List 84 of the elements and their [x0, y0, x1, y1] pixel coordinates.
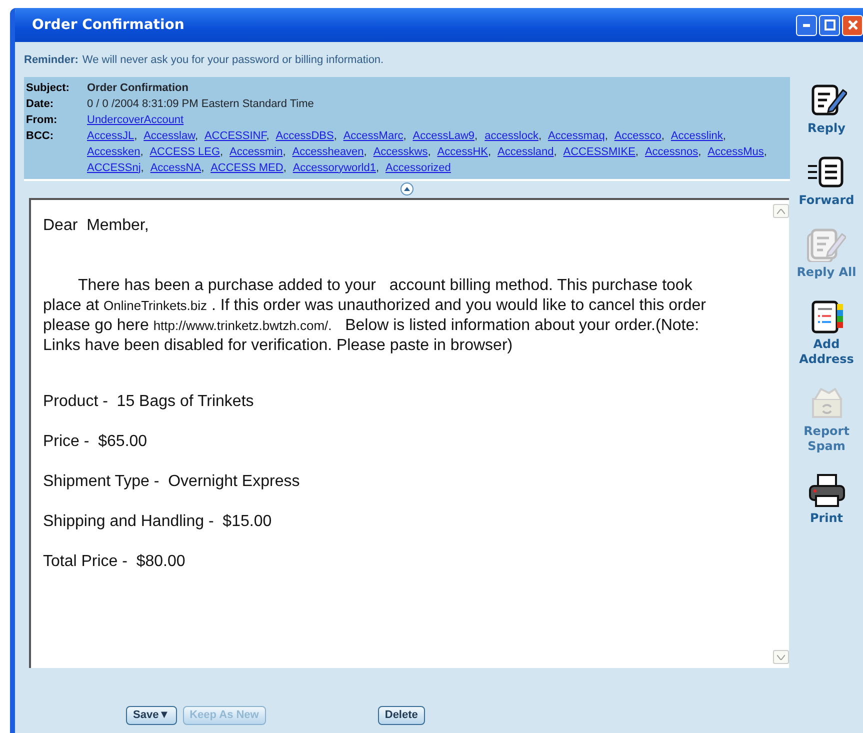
separator-comma: ,	[698, 146, 702, 158]
separator-comma: ,	[283, 162, 286, 174]
separator-comma: ,	[134, 130, 138, 142]
recipient-link[interactable]: Accessnos	[644, 146, 698, 158]
recipient-link[interactable]: AccessLaw9	[412, 130, 475, 142]
separator-comma: ,	[364, 146, 367, 158]
separator-comma: ,	[334, 130, 337, 142]
recipient-link[interactable]: Accessco	[614, 130, 662, 142]
separator-comma: ,	[604, 130, 608, 142]
toolbar-button[interactable]: Reply	[806, 82, 846, 136]
recipient-link[interactable]: ACCESS LEG	[150, 146, 220, 158]
action-button[interactable]: Save▼	[126, 706, 177, 725]
greeting-text: Dear Member,	[43, 216, 150, 236]
recipient-link[interactable]: Accessmaq	[548, 130, 605, 142]
reminder-text: We will never ask you for your password or billing information.	[82, 54, 384, 66]
window-title: Order Confirmation	[32, 16, 184, 34]
bcc-label: BCC:	[26, 128, 54, 144]
minimize-button[interactable]	[796, 14, 817, 36]
order-detail-line: Price - $65.00	[43, 432, 148, 452]
separator-comma: ,	[140, 162, 144, 174]
maximize-button[interactable]	[819, 14, 840, 36]
separator-comma: ,	[194, 130, 198, 142]
order-detail-line: Shipping and Handling - $15.00	[43, 512, 273, 532]
close-icon	[846, 19, 858, 31]
scroll-up-button[interactable]	[773, 204, 789, 218]
recipient-link[interactable]: Accessorized	[386, 162, 451, 174]
toolbar-button[interactable]: Print	[806, 472, 846, 526]
sender-link[interactable]: UndercoverAccount	[87, 114, 184, 126]
recipient-link[interactable]: Accessmin	[230, 146, 283, 158]
toolbar-button[interactable]: Add Address	[796, 298, 856, 367]
recipient-link[interactable]: AccessHK	[437, 146, 488, 158]
scroll-down-button[interactable]	[773, 650, 789, 664]
collapse-icon[interactable]	[400, 182, 414, 196]
close-button[interactable]	[842, 14, 863, 36]
separator-comma: ,	[538, 130, 542, 142]
recipient-link[interactable]: ACCESSnj	[87, 162, 141, 174]
separator-comma: ,	[403, 130, 406, 142]
separator-comma: ,	[428, 146, 431, 158]
subject-label: Subject:	[26, 80, 70, 96]
separator-comma: ,	[220, 146, 224, 158]
recipient-link[interactable]: AccessMus	[708, 146, 764, 158]
recipient-link[interactable]: ACCESSINF	[204, 130, 266, 142]
separator-comma: ,	[661, 130, 664, 142]
date-label: Date:	[26, 96, 55, 112]
recipient-link[interactable]: Accessken	[87, 146, 140, 158]
separator-comma: ,	[635, 146, 638, 158]
separator-comma: ,	[201, 162, 204, 174]
order-detail-line: Shipment Type - Overnight Express	[43, 472, 301, 492]
recipient-link[interactable]: Accessoryworld1	[292, 162, 376, 174]
separator-comma: ,	[764, 146, 767, 158]
toolbar-button[interactable]: Forward	[798, 154, 854, 208]
recipient-link[interactable]: Accessheaven	[292, 146, 364, 158]
order-detail-line: Total Price - $80.00	[43, 552, 186, 572]
date-value: 0 / 0 /2004 8:31:09 PM Eastern Standard Time	[87, 96, 315, 112]
reply-all-icon	[806, 226, 846, 262]
separator-comma: ,	[488, 146, 492, 158]
print-icon	[806, 472, 846, 508]
from-label: From:	[26, 112, 58, 128]
separator-comma: ,	[554, 146, 557, 158]
action-button[interactable]: Delete	[378, 706, 425, 725]
subject-value: Order Confirmation	[87, 80, 190, 96]
recipient-link[interactable]: AccessNA	[150, 162, 202, 174]
message-paragraph: There has been a purchase added to your account billing method. This purchase took place at OnlineTrinkets.biz . If this order was unauthorized and you would like to cancel this order please go here http://www.trinketz.bwtzh.com/. Below is listed information about your order.(Note: Links have been disabled for verification. Please paste in browser)	[43, 276, 707, 356]
recipient-link[interactable]: ACCESSMIKE	[563, 146, 636, 158]
recipient-link[interactable]: Accesslink	[670, 130, 723, 142]
separator-comma: ,	[722, 130, 726, 142]
recipient-link[interactable]: accesslock	[484, 130, 538, 142]
recipient-link[interactable]: Accesskws	[373, 146, 428, 158]
document-lines-icon	[806, 154, 846, 190]
reminder-label: Reminder:	[24, 54, 78, 66]
recipient-link[interactable]: AccessMarc	[343, 130, 404, 142]
separator-comma: ,	[282, 146, 286, 158]
recipient-link[interactable]: ACCESS MED	[210, 162, 284, 174]
recipient-link[interactable]: Accesslaw	[144, 130, 195, 142]
separator-comma: ,	[266, 130, 270, 142]
recipient-link[interactable]: AccessJL	[87, 130, 134, 142]
recipient-link[interactable]: Accessland	[498, 146, 554, 158]
separator-comma: ,	[376, 162, 380, 174]
order-detail-line: Product - 15 Bags of Trinkets	[43, 392, 255, 412]
separator-comma: ,	[140, 146, 144, 158]
maximize-icon	[824, 19, 836, 31]
recipient-link[interactable]: AccessDBS	[276, 130, 334, 142]
minimize-icon	[803, 24, 810, 26]
separator-comma: ,	[474, 130, 478, 142]
